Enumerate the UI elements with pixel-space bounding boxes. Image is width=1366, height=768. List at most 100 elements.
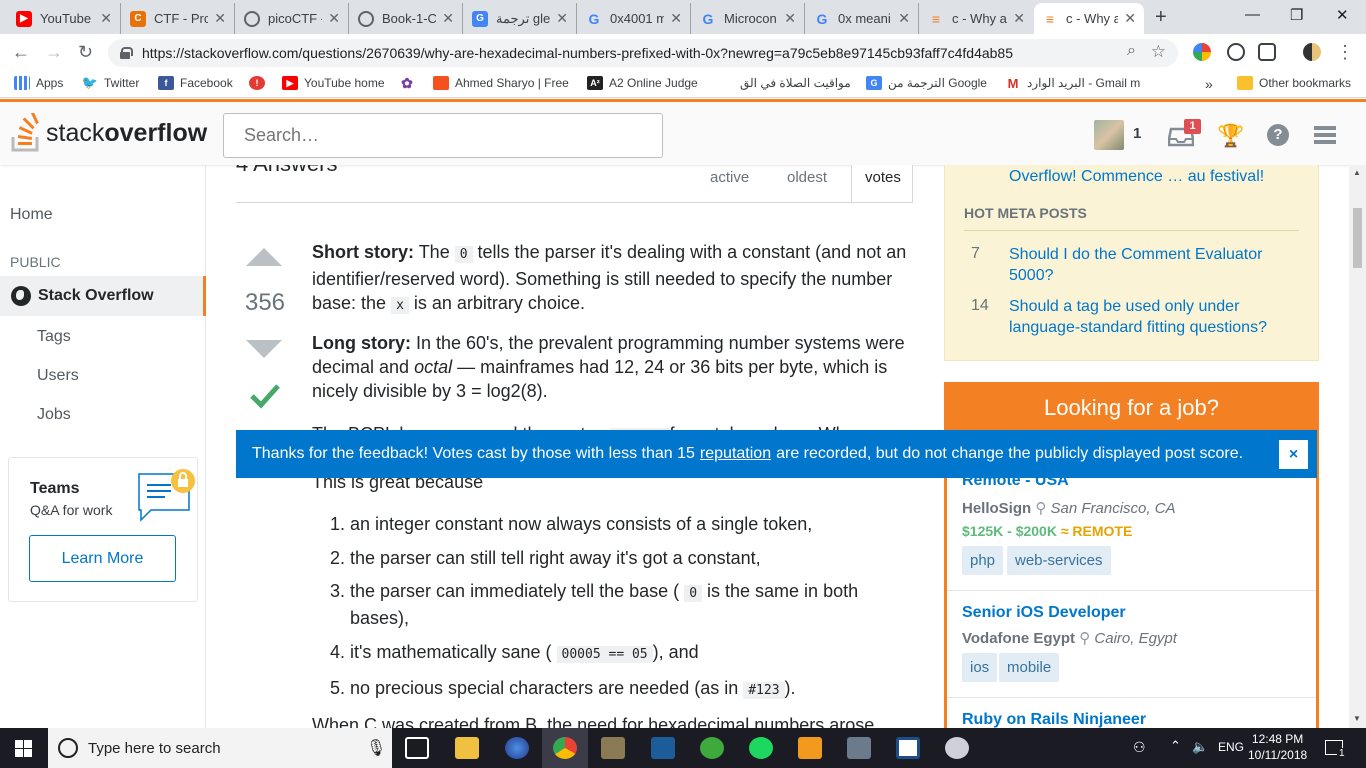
user-avatar[interactable]: [1094, 120, 1124, 150]
close-tab-icon[interactable]: ✕: [442, 10, 454, 27]
taskbar-clock[interactable]: 12:48 PM 10/11/2018: [1248, 731, 1307, 763]
utorrent-icon[interactable]: [700, 737, 724, 759]
app-icon[interactable]: [847, 737, 871, 759]
sort-tab-votes[interactable]: votes: [851, 165, 913, 203]
sort-tab-active[interactable]: active: [710, 169, 749, 186]
job-tag[interactable]: php: [962, 546, 1004, 575]
reputation-link[interactable]: reputation: [700, 445, 771, 463]
scrollbar-thumb[interactable]: [1353, 208, 1362, 268]
close-tab-icon[interactable]: ✕: [214, 10, 226, 27]
job-title-link[interactable]: Senior iOS Developer: [962, 604, 1126, 622]
bookmark-other[interactable]: Other bookmarks: [1237, 76, 1351, 90]
browser-tab[interactable]: G ترجمة gle ✕: [464, 3, 577, 34]
task-view-icon[interactable]: [405, 737, 429, 759]
people-icon[interactable]: ⚇: [1133, 739, 1146, 756]
bookmark-apps[interactable]: Apps: [14, 76, 63, 90]
bookmark-a2-online-judge[interactable]: A² A2 Online Judge: [587, 76, 698, 90]
eclipse-icon[interactable]: [505, 737, 529, 759]
bookmark-prayer-times[interactable]: مواقيت الصلاة في الق: [740, 76, 851, 90]
app-icon[interactable]: [945, 737, 969, 759]
job-tag[interactable]: mobile: [999, 653, 1060, 682]
close-tab-icon[interactable]: ✕: [898, 10, 910, 27]
browser-tab-active[interactable]: ≡ c - Why a ✕: [1034, 3, 1144, 34]
nav-home[interactable]: Home: [10, 206, 53, 224]
new-tab-button[interactable]: +: [1155, 6, 1167, 29]
browser-tab[interactable]: G 0x meani ✕: [806, 3, 919, 34]
browser-tab[interactable]: ≡ c - Why a ✕: [920, 3, 1033, 34]
sort-tab-oldest[interactable]: oldest: [787, 169, 827, 186]
profile-avatar[interactable]: [1303, 43, 1321, 61]
file-explorer-icon[interactable]: [455, 737, 479, 759]
close-tab-icon[interactable]: ✕: [100, 10, 112, 27]
reload-icon[interactable]: ↻: [78, 42, 93, 63]
browser-tab[interactable]: G Microcon ✕: [692, 3, 805, 34]
page-scrollbar[interactable]: ▲ ▼: [1349, 165, 1366, 728]
job-tag[interactable]: ios: [962, 653, 998, 682]
extension-icon[interactable]: [1193, 43, 1211, 61]
chrome-taskbar-button[interactable]: [542, 728, 588, 768]
meta-post-link[interactable]: Should a tag be used only under language…: [1009, 296, 1299, 338]
bookmark-app[interactable]: ✿: [399, 75, 421, 91]
browser-tab[interactable]: Book-1-C ✕: [350, 3, 463, 34]
microphone-icon[interactable]: 🎙: [366, 738, 386, 758]
browser-tab[interactable]: picoCTF - ✕: [236, 3, 349, 34]
bookmark-alert[interactable]: !: [249, 76, 271, 90]
search-input[interactable]: [223, 113, 663, 158]
browser-tab[interactable]: G 0x4001 m ✕: [578, 3, 691, 34]
app-icon[interactable]: [601, 737, 625, 759]
job-title-link[interactable]: Ruby on Rails Ninjaneer: [962, 711, 1146, 728]
menu-icon[interactable]: ⋮: [1336, 43, 1354, 61]
more-bookmarks-icon[interactable]: »: [1205, 76, 1213, 92]
sublime-text-icon[interactable]: [798, 737, 822, 759]
nav-jobs[interactable]: Jobs: [37, 406, 71, 424]
close-tab-icon[interactable]: ✕: [670, 10, 682, 27]
bookmark-ahmed-sharyo[interactable]: Ahmed Sharyo | Free: [433, 76, 569, 90]
extension-icon[interactable]: [1227, 43, 1245, 61]
scroll-down-icon[interactable]: ▼: [1353, 714, 1361, 723]
job-tag[interactable]: web-services: [1007, 546, 1111, 575]
app-icon[interactable]: [651, 737, 675, 759]
extension-icon[interactable]: [1258, 43, 1276, 61]
nav-tags[interactable]: Tags: [37, 328, 71, 346]
zoom-icon[interactable]: ⌕: [1127, 42, 1136, 60]
tray-chevron-icon[interactable]: ⌃: [1170, 738, 1181, 754]
nav-stack-overflow[interactable]: Stack Overflow: [0, 276, 206, 316]
bookmark-twitter[interactable]: 🐦 Twitter: [82, 75, 139, 90]
restore-icon[interactable]: ❐: [1290, 6, 1303, 24]
spotify-icon[interactable]: [749, 737, 773, 759]
back-icon[interactable]: ←: [12, 42, 30, 63]
bookmark-facebook[interactable]: f Facebook: [158, 76, 233, 90]
downvote-button[interactable]: [246, 340, 282, 358]
close-window-icon[interactable]: ✕: [1336, 6, 1349, 24]
close-tab-icon[interactable]: ✕: [1124, 10, 1136, 27]
bookmark-youtube-home[interactable]: ▶ YouTube home: [282, 76, 385, 90]
meta-post-link[interactable]: Should I do the Comment Evaluator 5000?: [1009, 244, 1299, 286]
close-tab-icon[interactable]: ✕: [1013, 10, 1025, 27]
site-switcher-icon[interactable]: [1314, 126, 1336, 144]
scroll-up-icon[interactable]: ▲: [1353, 168, 1361, 177]
close-tab-icon[interactable]: ✕: [328, 10, 340, 27]
bookmark-gmail[interactable]: M البريد الوارد - Gmail m: [1005, 76, 1141, 91]
help-icon[interactable]: ?: [1267, 124, 1289, 146]
learn-more-button[interactable]: Learn More: [29, 535, 176, 582]
address-bar[interactable]: https://stackoverflow.com/questions/2670…: [108, 39, 1178, 67]
stackoverflow-logo[interactable]: stack overflow: [10, 113, 207, 153]
language-indicator[interactable]: ENG: [1218, 740, 1244, 754]
browser-tab[interactable]: ▶ YouTube ✕: [8, 3, 121, 34]
forward-icon[interactable]: →: [45, 42, 63, 63]
windows-start-icon[interactable]: [15, 740, 32, 757]
upvote-button[interactable]: [246, 248, 282, 266]
minimize-icon[interactable]: —: [1245, 6, 1260, 23]
close-tab-icon[interactable]: ✕: [556, 10, 568, 27]
bookmark-google-translate[interactable]: G الترجمة من Google: [866, 76, 987, 90]
taskbar-search[interactable]: Type here to search 🎙: [48, 728, 392, 768]
close-tab-icon[interactable]: ✕: [784, 10, 796, 27]
browser-tab[interactable]: C CTF - Pro ✕: [122, 3, 235, 34]
volume-icon[interactable]: 🔈: [1192, 739, 1208, 755]
nav-users[interactable]: Users: [37, 367, 79, 385]
app-icon[interactable]: [896, 737, 920, 759]
bookmark-star-icon[interactable]: ☆: [1151, 42, 1166, 62]
achievements-icon[interactable]: 🏆: [1217, 123, 1244, 149]
close-notification-button[interactable]: ×: [1279, 440, 1308, 469]
featured-link[interactable]: Overflow! Commence … au festival!: [1009, 166, 1264, 187]
